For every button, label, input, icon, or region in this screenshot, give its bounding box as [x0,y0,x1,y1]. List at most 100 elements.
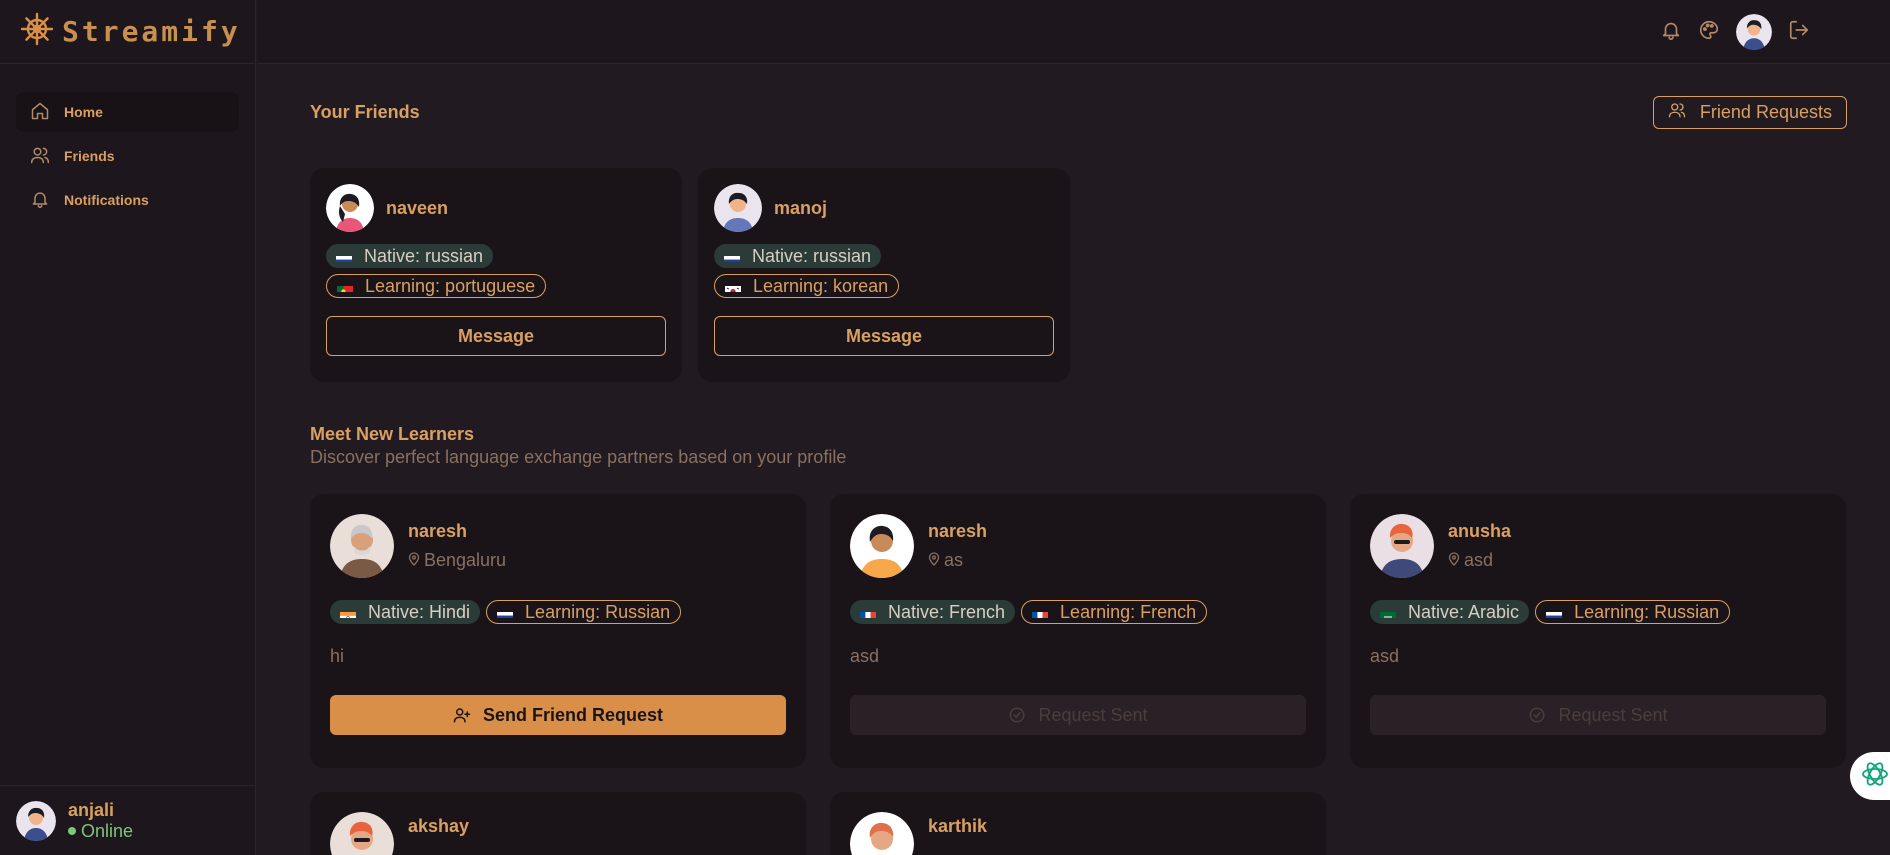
learning-language-badge: Learning: French [1021,600,1208,624]
sidebar-nav: Home Friends Notifications [0,64,255,220]
friend-requests-button[interactable]: Friend Requests [1652,96,1847,129]
logout-icon[interactable] [1788,19,1810,46]
send-friend-request-button[interactable]: Send Friend Request [330,695,786,735]
your-friends-title: Your Friends [310,102,420,122]
request-sent-label: Request Sent [1038,704,1148,725]
sidebar-item-home[interactable]: Home [16,92,239,132]
sidebar-item-label: Home [64,104,103,120]
home-icon [30,101,64,124]
avatar [326,184,374,232]
sidebar-item-notifications[interactable]: Notifications [16,180,239,220]
avatar [850,514,914,578]
friend-name: naveen [386,197,449,218]
friend-card: manoj Native: russian Learning: korean M… [698,168,1070,382]
learner-location: Bengaluru [408,550,506,571]
france-flag-icon [860,607,876,618]
meet-new-learners-header: Meet New Learners Discover perfect langu… [310,424,846,468]
learner-name: naresh [408,521,468,541]
learning-language-label: Learning: korean [753,275,889,296]
learner-location: as [928,550,987,571]
request-sent-button[interactable]: Request Sent [1370,695,1826,735]
send-friend-request-label: Send Friend Request [482,704,664,725]
learner-name: karthik [928,816,988,836]
russia-flag-icon [1546,607,1563,618]
native-language-label: Native: russian [752,245,872,266]
avatar[interactable] [1736,14,1772,50]
avatar [1370,514,1434,578]
bell-icon[interactable] [1660,19,1682,46]
avatar [850,812,914,855]
native-language-badge: Native: French [850,600,1016,624]
learner-card: naresh as Native: French Learning: Frenc… [830,494,1326,768]
native-language-label: Native: French [888,601,1006,622]
learning-language-badge: Learning: portuguese [326,274,547,298]
native-language-badge: Native: Arabic [1370,600,1530,624]
native-language-label: Native: Hindi [368,601,471,622]
meet-new-learners-subtitle: Discover perfect language exchange partn… [310,447,847,467]
brand[interactable]: Streamify [0,0,255,64]
learner-name: anusha [1448,521,1512,541]
learners-grid: naresh Bengaluru Native: Hindi Learning:… [310,494,1846,855]
meet-new-learners-title: Meet New Learners [310,424,475,444]
avatar [330,812,394,855]
learning-language-badge: Learning: Russian [486,600,682,624]
learner-name: akshay [408,816,470,836]
learner-bio: asd [1370,646,1400,666]
avatar [330,514,394,578]
native-language-label: Native: Arabic [1408,601,1520,622]
learner-location: asd [1448,550,1511,571]
sidebar-item-label: Friends [64,148,115,164]
learner-card: anusha asd Native: Arabic Learning: Russ… [1350,494,1846,768]
sidebar: Streamify Home Friends Notifications anj… [0,0,256,855]
friend-requests-label: Friend Requests [1699,102,1832,122]
palette-icon[interactable] [1698,19,1720,46]
request-sent-button[interactable]: Request Sent [850,695,1306,735]
map-pin-icon [408,550,420,571]
message-button[interactable]: Message [326,316,666,356]
russia-flag-icon [724,251,740,262]
france-flag-icon [1032,607,1049,618]
russia-flag-icon [497,607,514,618]
bell-icon [30,189,64,212]
user-plus-icon [453,706,471,724]
india-flag-icon [340,607,356,618]
learner-location-label: asd [1464,550,1494,570]
native-language-badge: Native: russian [326,244,494,268]
avatar [16,800,56,841]
native-language-label: Native: russian [364,245,484,266]
check-circle-icon [1008,706,1026,724]
map-pin-icon [1448,550,1460,571]
users-icon [30,145,64,168]
learner-bio: hi [330,646,345,666]
check-circle-icon [1528,706,1546,724]
saudi-arabia-flag-icon [1380,607,1396,618]
learning-language-label: Learning: Russian [1574,601,1720,622]
learning-language-label: Learning: Russian [525,601,671,622]
learner-card: naresh Bengaluru Native: Hindi Learning:… [310,494,806,768]
south-korea-flag-icon [725,281,741,292]
sidebar-user[interactable]: anjali Online [0,785,256,855]
request-sent-label: Request Sent [1558,704,1668,725]
assistant-icon [1860,759,1890,794]
learner-card: akshay [310,792,806,855]
header-actions [1660,14,1810,50]
learning-language-label: Learning: portuguese [365,275,536,296]
assistant-launcher[interactable] [1850,752,1890,800]
friends-grid: naveen Native: russian Learning: portugu… [310,168,1070,382]
learner-location-label: Bengaluru [424,550,507,570]
ship-wheel-icon [20,12,54,51]
avatar [714,184,762,232]
native-language-badge: Native: Hindi [330,600,481,624]
message-button[interactable]: Message [714,316,1054,356]
online-dot-icon [68,827,76,835]
learner-bio: asd [850,646,880,666]
friend-card: naveen Native: russian Learning: portugu… [310,168,682,382]
sidebar-item-friends[interactable]: Friends [16,136,239,176]
top-bar [257,0,1890,64]
user-status: Online [68,821,133,842]
learner-card: karthik [830,792,1326,855]
user-status-label: Online [81,820,134,841]
brand-name: Streamify [62,15,241,48]
map-pin-icon [928,550,940,571]
users-icon [1668,101,1700,124]
